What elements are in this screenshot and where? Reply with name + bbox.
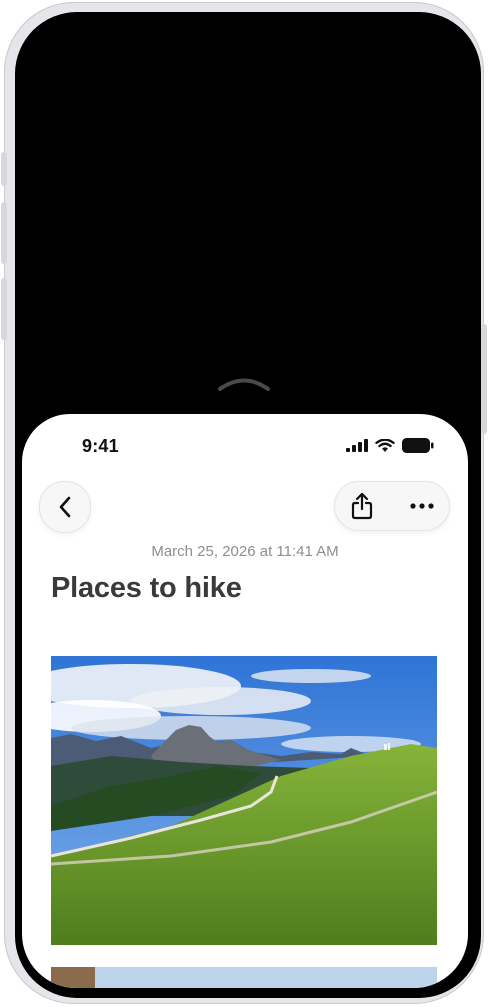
note-date: March 25, 2026 at 11:41 AM	[151, 543, 339, 560]
more-button[interactable]	[395, 482, 449, 530]
wifi-icon	[375, 438, 395, 452]
volume-down-button	[1, 278, 7, 340]
note-sheet: 9:41 March 25, 2026 at 11:41 AM Places t…	[22, 414, 468, 988]
action-button	[1, 152, 7, 186]
back-button[interactable]	[39, 481, 91, 533]
ellipsis-icon	[410, 503, 434, 509]
cellular-signal-icon	[346, 439, 368, 452]
volume-up-button	[1, 202, 7, 264]
battery-icon	[402, 438, 434, 453]
chevron-left-icon	[59, 496, 71, 518]
share-button[interactable]	[335, 482, 389, 530]
hiking-photo[interactable]	[51, 656, 437, 945]
share-icon	[351, 492, 373, 520]
note-actions	[334, 481, 450, 531]
second-photo[interactable]	[51, 967, 437, 988]
power-button	[481, 324, 487, 434]
status-time: 9:41	[82, 436, 119, 456]
sheet-grabber[interactable]	[218, 376, 270, 392]
status-icons	[346, 438, 434, 453]
note-title[interactable]: Places to hike	[51, 572, 242, 605]
